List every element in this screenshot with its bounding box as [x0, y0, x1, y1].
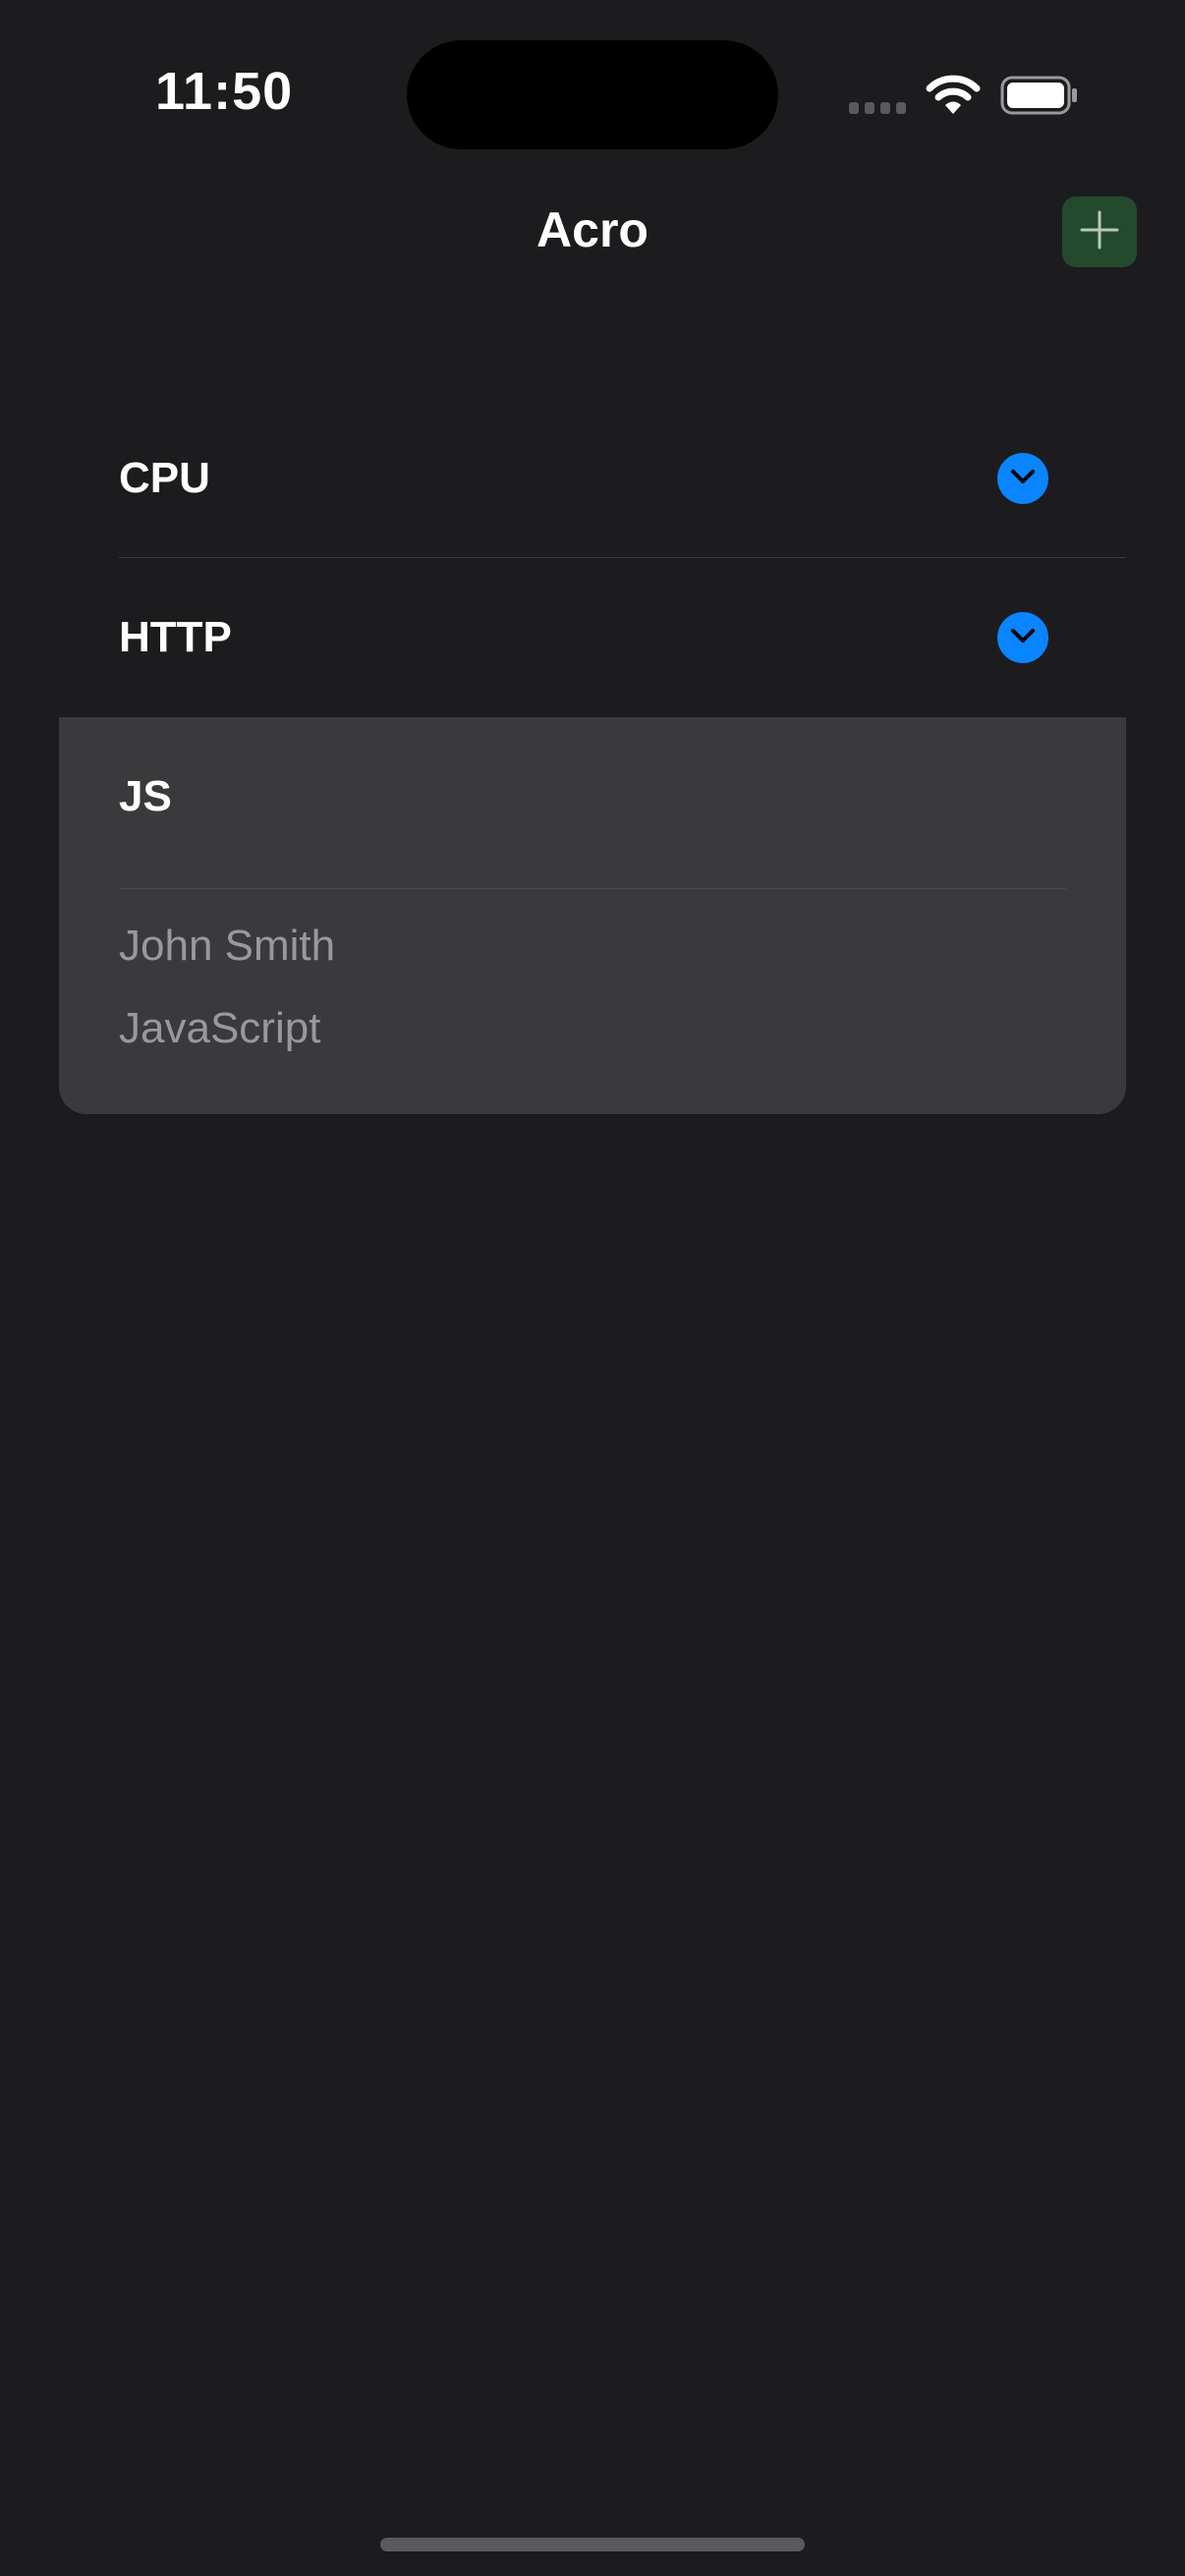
wifi-icon — [926, 75, 981, 116]
cellular-signal-icon — [849, 102, 908, 116]
acronym-label: HTTP — [119, 613, 232, 661]
chevron-down-icon — [1009, 468, 1037, 490]
dynamic-island — [407, 40, 778, 149]
acronym-row-cpu[interactable]: CPU — [119, 399, 1126, 558]
meaning-item: JavaScript — [119, 1004, 321, 1052]
chevron-down-icon — [1009, 627, 1037, 649]
status-time: 11:50 — [155, 62, 294, 121]
acronym-label: JS — [119, 772, 172, 820]
meaning-item: John Smith — [119, 922, 336, 970]
status-bar: 11:50 — [0, 0, 1185, 196]
add-acronym-button[interactable] — [1062, 196, 1137, 267]
expand-button[interactable] — [997, 612, 1048, 663]
acronym-row-js-expanded[interactable]: JS John Smith JavaScript — [59, 717, 1126, 1114]
plus-icon — [1078, 208, 1121, 256]
acronym-row-http[interactable]: HTTP — [119, 558, 1126, 717]
home-indicator[interactable] — [380, 2538, 805, 2551]
expand-button[interactable] — [997, 453, 1048, 504]
nav-title: Acro — [536, 202, 649, 257]
acronym-label: CPU — [119, 454, 210, 502]
row-divider — [119, 888, 1066, 889]
battery-icon — [1000, 76, 1079, 115]
